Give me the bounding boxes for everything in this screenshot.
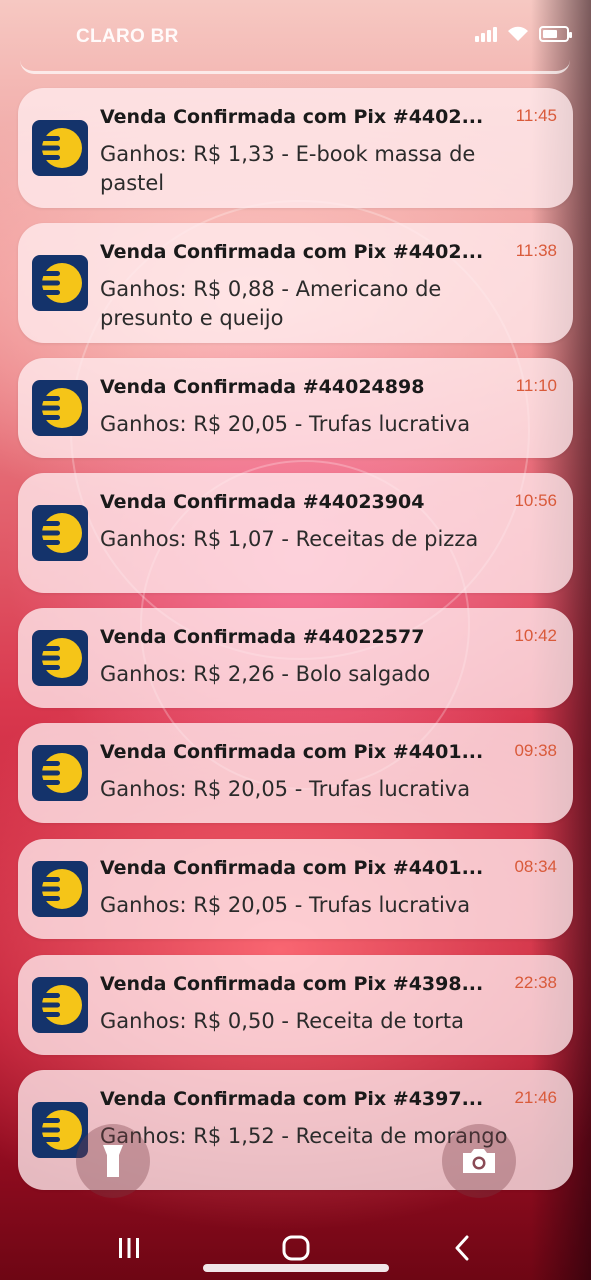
notification-card[interactable]: Venda Confirmada com Pix #4401... 09:38 … [18, 723, 573, 823]
camera-shortcut[interactable] [442, 1124, 516, 1198]
eduzz-logo-icon [32, 505, 88, 561]
notification-card[interactable]: Venda Confirmada #44024898 11:10 Ganhos:… [18, 358, 573, 458]
notification-title: Venda Confirmada #44022577 [100, 626, 425, 648]
notification-card[interactable]: Venda Confirmada com Pix #4401... 08:34 … [18, 839, 573, 939]
home-button[interactable] [280, 1233, 312, 1263]
notification-body: Ganhos: R$ 20,05 - Trufas lucrativa [100, 412, 471, 436]
notification-card[interactable]: Venda Confirmada com Pix #4402... 11:45 … [18, 88, 573, 208]
notification-body: Ganhos: R$ 1,07 - Receitas de pizza [100, 527, 479, 551]
notification-time: 08:34 [514, 857, 557, 876]
notification-body: Ganhos: R$ 0,88 - Americano de presunto … [100, 277, 442, 330]
flashlight-shortcut[interactable] [76, 1124, 150, 1198]
eduzz-logo-icon [32, 120, 88, 176]
battery-icon [539, 26, 572, 42]
notification-card[interactable]: Venda Confirmada #44022577 10:42 Ganhos:… [18, 608, 573, 708]
notification-time: 09:38 [514, 741, 557, 760]
recents-button[interactable] [114, 1233, 144, 1263]
wifi-icon [508, 26, 528, 41]
eduzz-logo-icon [32, 745, 88, 801]
back-icon [455, 1235, 469, 1261]
notification-title: Venda Confirmada #44023904 [100, 491, 425, 513]
carrier-label: CLARO BR [76, 26, 179, 47]
recents-icon [119, 1238, 139, 1258]
notification-body: Ganhos: R$ 20,05 - Trufas lucrativa [100, 893, 471, 917]
notification-body: Ganhos: R$ 20,05 - Trufas lucrativa [100, 777, 471, 801]
home-icon [282, 1235, 310, 1261]
camera-icon [463, 1149, 495, 1173]
home-indicator[interactable] [203, 1264, 389, 1272]
notification-card[interactable]: Venda Confirmada #44023904 10:56 Ganhos:… [18, 473, 573, 593]
flashlight-icon [103, 1145, 123, 1177]
notification-title: Venda Confirmada #44024898 [100, 376, 425, 398]
status-icons [475, 26, 572, 42]
status-bar: CLARO BR [0, 0, 591, 62]
notification-body: Ganhos: R$ 0,50 - Receita de torta [100, 1009, 465, 1033]
notification-title: Venda Confirmada com Pix #4401... [100, 857, 484, 879]
notification-time: 11:38 [515, 241, 557, 260]
notification-card[interactable]: Venda Confirmada com Pix #4398... 22:38 … [18, 955, 573, 1055]
notification-time: 22:38 [514, 973, 557, 992]
notification-time: 11:10 [515, 376, 557, 395]
notification-card[interactable]: Venda Confirmada com Pix #4402... 11:38 … [18, 223, 573, 343]
notification-panel-edge [20, 60, 570, 74]
notification-body: Ganhos: R$ 1,33 - E-book massa de pastel [100, 142, 476, 195]
eduzz-logo-icon [32, 380, 88, 436]
notification-body: Ganhos: R$ 2,26 - Bolo salgado [100, 662, 431, 686]
eduzz-logo-icon [32, 861, 88, 917]
notification-time: 10:42 [514, 626, 557, 645]
notification-title: Venda Confirmada com Pix #4402... [100, 241, 484, 263]
eduzz-logo-icon [32, 630, 88, 686]
notification-time: 11:45 [515, 106, 557, 125]
notification-time: 10:56 [514, 491, 557, 510]
back-button[interactable] [448, 1233, 476, 1263]
eduzz-logo-icon [32, 255, 88, 311]
notification-title: Venda Confirmada com Pix #4398... [100, 973, 484, 995]
notification-title: Venda Confirmada com Pix #4397... [100, 1088, 484, 1110]
notification-time: 21:46 [514, 1088, 557, 1107]
signal-icon [475, 26, 497, 42]
notification-title: Venda Confirmada com Pix #4401... [100, 741, 484, 763]
eduzz-logo-icon [32, 977, 88, 1033]
notification-title: Venda Confirmada com Pix #4402... [100, 106, 484, 128]
